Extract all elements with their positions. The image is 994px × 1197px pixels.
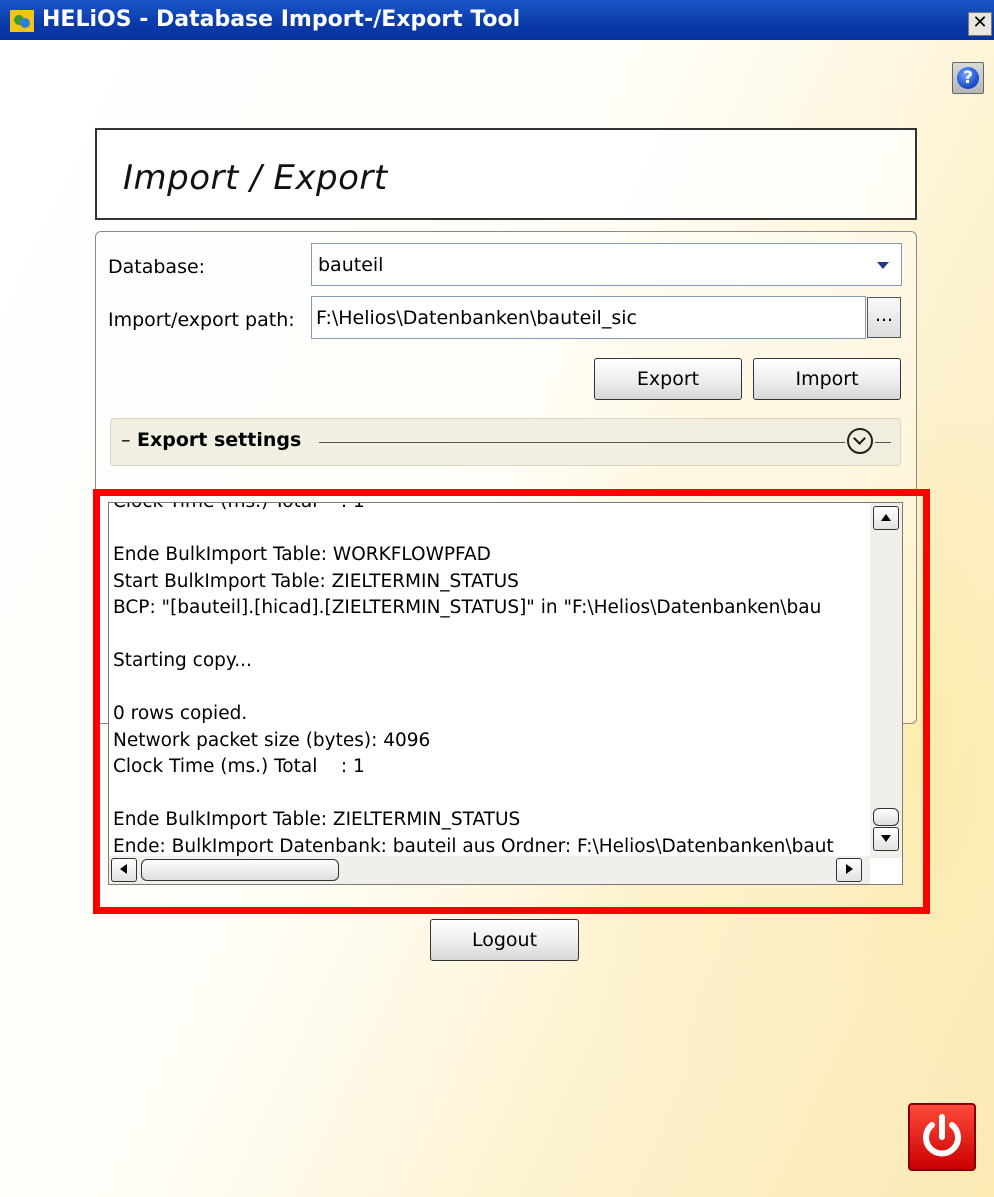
database-label: Database: (108, 256, 206, 278)
import-button[interactable]: Import (753, 358, 901, 400)
help-icon: ? (957, 67, 979, 89)
export-button[interactable]: Export (594, 358, 742, 400)
page-title: Import / Export (123, 158, 388, 198)
helios-app-icon (10, 10, 34, 32)
help-button[interactable]: ? (952, 62, 984, 94)
expand-circle-icon[interactable] (847, 428, 873, 454)
window-title: HELiOS - Database Import-/Export Tool (42, 7, 521, 32)
database-select-value: bauteil (318, 254, 384, 276)
divider-line-end (875, 442, 891, 443)
divider-line (319, 442, 845, 443)
header-box: Import / Export (95, 128, 917, 220)
power-button[interactable] (908, 1103, 976, 1171)
title-bar: HELiOS - Database Import-/Export Tool ✕ (0, 0, 994, 40)
browse-button[interactable]: ... (867, 297, 901, 338)
logout-button[interactable]: Logout (430, 919, 579, 961)
close-icon[interactable]: ✕ (968, 12, 992, 36)
path-input-value: F:\Helios\Datenbanken\bauteil_sic (316, 307, 637, 329)
chevron-down-icon (877, 262, 889, 269)
power-icon (923, 1114, 961, 1157)
database-select[interactable]: bauteil (311, 243, 902, 286)
path-label: Import/export path: (108, 309, 295, 331)
highlight-frame (93, 489, 930, 914)
export-settings-title: Export settings (137, 429, 302, 451)
collapse-dash: – (121, 429, 131, 451)
path-input[interactable]: F:\Helios\Datenbanken\bauteil_sic (311, 296, 866, 339)
export-settings-bar[interactable]: – Export settings (110, 418, 901, 466)
